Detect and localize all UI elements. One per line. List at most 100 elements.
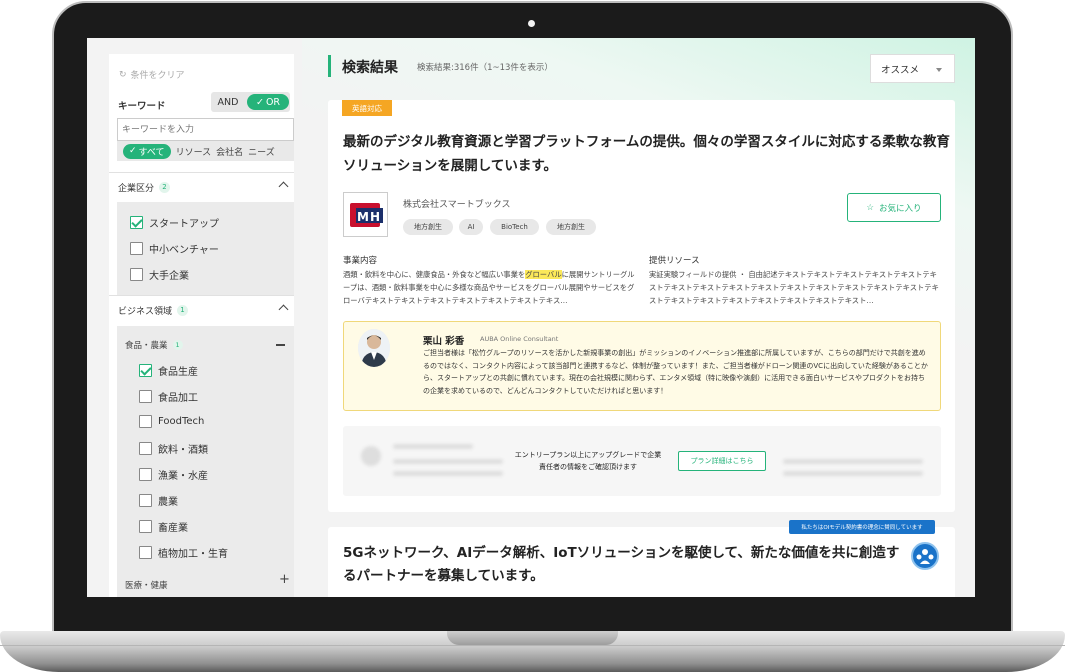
count-badge: 2	[159, 182, 171, 193]
card-title[interactable]: 最新のデジタル教育資源と学習プラットフォームの提供。個々の学習スタイルに対応する…	[343, 130, 953, 178]
scope-resource[interactable]: リソース	[176, 145, 212, 158]
blurred-line	[393, 459, 503, 464]
clear-filters-button[interactable]: ↻ 条件をクリア	[119, 68, 185, 82]
count-badge: 1	[172, 340, 183, 350]
checkbox[interactable]	[130, 242, 143, 255]
text-part: 酒類・飲料を中心に、健康食品・外食など幅広い事業を	[343, 270, 526, 279]
page-title: 検索結果	[342, 60, 398, 76]
sub-category-medical[interactable]: 医療・健康	[125, 579, 168, 591]
checkbox[interactable]	[139, 390, 152, 403]
and-or-toggle[interactable]: AND ✓ OR	[211, 92, 290, 112]
option-label: スタートアップ	[149, 219, 219, 230]
scope-company[interactable]: 会社名	[216, 145, 243, 158]
tag-chip: AI	[459, 219, 483, 235]
company-logo-mark: M H	[350, 203, 383, 227]
sub-category-label: 医療・健康	[125, 581, 168, 591]
chevron-up-icon	[278, 181, 289, 192]
blurred-line	[783, 459, 923, 464]
company-type-header[interactable]: 企業区分 2	[109, 172, 294, 202]
or-option[interactable]: ✓ OR	[247, 94, 289, 110]
option-label: 大手企業	[149, 271, 189, 282]
business-content-text: 酒類・飲料を中心に、健康食品・外食など幅広い事業をグローバルに展開サントリーグル…	[343, 268, 635, 307]
count-badge: 1	[177, 305, 189, 316]
keyword-label: キーワード	[118, 101, 166, 112]
option-label: 食品加工	[158, 393, 198, 404]
blurred-line	[783, 471, 923, 476]
checkbox[interactable]	[139, 546, 152, 559]
business-content-title: 事業内容	[343, 256, 378, 266]
business-area-header[interactable]: ビジネス領域 1	[109, 295, 294, 325]
checkbox[interactable]	[139, 520, 152, 533]
option-livestock[interactable]: 畜産業	[139, 519, 188, 534]
option-label: FoodTech	[158, 416, 205, 427]
consultant-comment: 栗山 彩香 AUBA Online Consultant ご担当者様は「松竹グル…	[343, 321, 941, 411]
check-icon: ✓	[129, 146, 137, 156]
company-logo: M H	[343, 192, 388, 237]
avatar-image	[358, 329, 390, 367]
svg-text:M: M	[357, 210, 369, 224]
result-count: 検索結果:316件（1~13件を表示）	[417, 63, 553, 73]
scope-all[interactable]: ✓ すべて	[123, 143, 171, 159]
sort-select[interactable]: オススメ	[870, 54, 955, 83]
option-label: 飲料・酒類	[158, 445, 208, 456]
english-support-tag: 英語対応	[342, 100, 392, 116]
result-card[interactable]: 私たちはOIモデル契約書の理念に賛同しています 5Gネットワーク、AIデータ解析…	[328, 520, 955, 597]
collapse-icon[interactable]	[276, 344, 285, 346]
keyword-input[interactable]	[117, 118, 294, 141]
company-name[interactable]: 株式会社スマートブックス	[403, 197, 510, 210]
plan-details-button[interactable]: プラン詳細はこちら	[678, 451, 766, 471]
sub-category-food[interactable]: 食品・農業 1	[125, 339, 183, 351]
expand-icon[interactable]: +	[279, 572, 290, 587]
upgrade-message: エントリープラン以上にアップグレードで企業責任者の情報をご確認頂けます	[514, 451, 662, 471]
option-sme[interactable]: 中小ベンチャー	[130, 241, 219, 256]
favorite-button[interactable]: ☆ お気に入り	[847, 193, 941, 222]
option-food-production[interactable]: 食品生産	[139, 363, 198, 378]
checkbox[interactable]	[139, 494, 152, 507]
checkbox[interactable]	[139, 442, 152, 455]
option-startup[interactable]: スタートアップ	[130, 215, 219, 230]
checkbox-checked[interactable]	[139, 364, 152, 377]
option-enterprise[interactable]: 大手企業	[130, 267, 189, 282]
check-icon: ✓	[255, 96, 264, 108]
locked-contact-info: エントリープラン以上にアップグレードで企業責任者の情報をご確認頂けます プラン詳…	[343, 426, 941, 496]
result-card[interactable]: 英語対応 最新のデジタル教育資源と学習プラットフォームの提供。個々の学習スタイル…	[328, 100, 955, 512]
card-title[interactable]: 5Gネットワーク、AIデータ解析、IoTソリューションを駆使して、新たな価値を共…	[343, 542, 903, 588]
option-food-processing[interactable]: 食品加工	[139, 389, 198, 404]
svg-text:H: H	[370, 210, 380, 224]
tag-chip: BioTech	[490, 219, 539, 235]
scope-needs[interactable]: ニーズ	[248, 145, 275, 158]
base-edge	[0, 645, 1065, 646]
laptop-frame: ↻ 条件をクリア キーワード AND ✓OR ✓すべて リソース 会社名 ニーズ…	[0, 0, 1065, 672]
checkbox[interactable]	[139, 468, 152, 481]
tag-chip: 地方創生	[546, 219, 596, 235]
checkbox[interactable]	[139, 415, 152, 428]
screen: ↻ 条件をクリア キーワード AND ✓OR ✓すべて リソース 会社名 ニーズ…	[87, 38, 975, 597]
option-foodtech[interactable]: FoodTech	[139, 415, 204, 428]
option-label: 食品生産	[158, 367, 198, 378]
option-plant[interactable]: 植物加工・生育	[139, 545, 228, 560]
checkbox[interactable]	[130, 268, 143, 281]
option-label: 漁業・水産	[158, 471, 208, 482]
option-label: 畜産業	[158, 523, 188, 534]
option-fishery[interactable]: 漁業・水産	[139, 467, 208, 482]
keyword-scope-tabs: ✓ すべて リソース 会社名 ニーズ	[117, 141, 294, 161]
filter-sidebar: ↻ 条件をクリア キーワード AND ✓OR ✓すべて リソース 会社名 ニーズ…	[109, 54, 294, 597]
option-beverage[interactable]: 飲料・酒類	[139, 441, 208, 456]
blurred-line	[393, 444, 473, 449]
option-label: 農業	[158, 497, 178, 508]
favorite-label: お気に入り	[879, 203, 922, 214]
oi-model-badge: 私たちはOIモデル契約書の理念に賛同しています	[789, 520, 935, 534]
option-agriculture[interactable]: 農業	[139, 493, 178, 508]
consultant-text: ご担当者様は「松竹グループのリソースを活かした新規事業の創出」がミッションのイノ…	[423, 349, 928, 395]
caret-down-icon	[936, 68, 942, 72]
option-label: 中小ベンチャー	[149, 245, 219, 256]
blurred-line	[393, 471, 503, 476]
blurred-avatar	[361, 446, 381, 466]
highlight-text: グローバル	[525, 270, 562, 279]
resource-title: 提供リソース	[649, 256, 700, 266]
or-label: OR	[265, 96, 281, 108]
people-icon	[916, 549, 934, 564]
and-option[interactable]: AND	[211, 97, 245, 108]
consultant-name: 栗山 彩香	[423, 336, 465, 347]
checkbox-checked[interactable]	[130, 216, 143, 229]
